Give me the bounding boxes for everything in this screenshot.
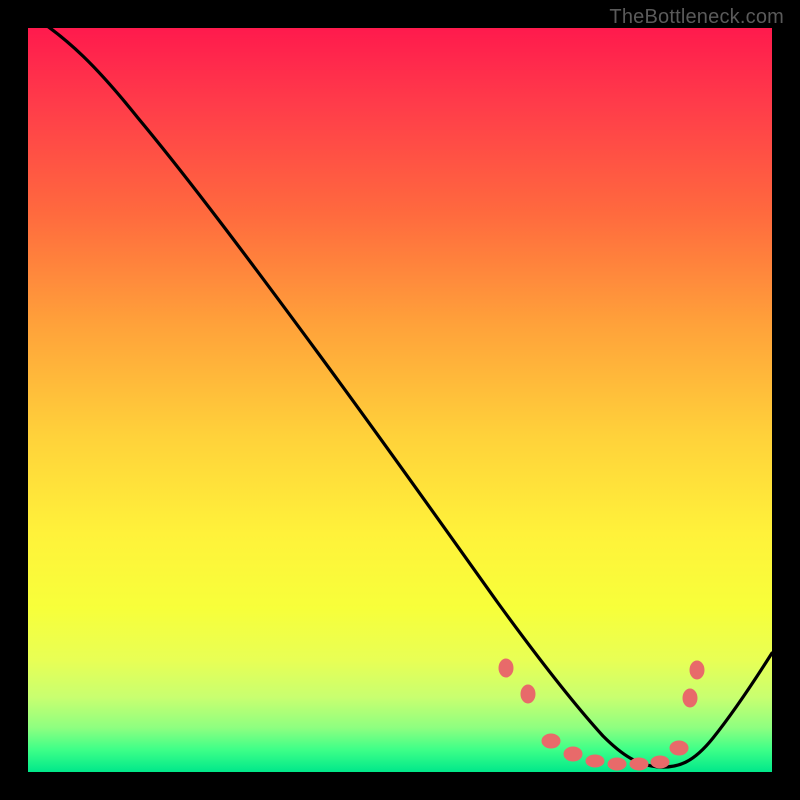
bottleneck-curve <box>28 28 772 772</box>
flat-range-dots <box>499 659 704 770</box>
watermark-text: TheBottleneck.com <box>609 6 784 29</box>
curve-path <box>28 28 772 767</box>
chart-plot-area <box>28 28 772 772</box>
chart-frame: TheBottleneck.com <box>0 0 800 800</box>
